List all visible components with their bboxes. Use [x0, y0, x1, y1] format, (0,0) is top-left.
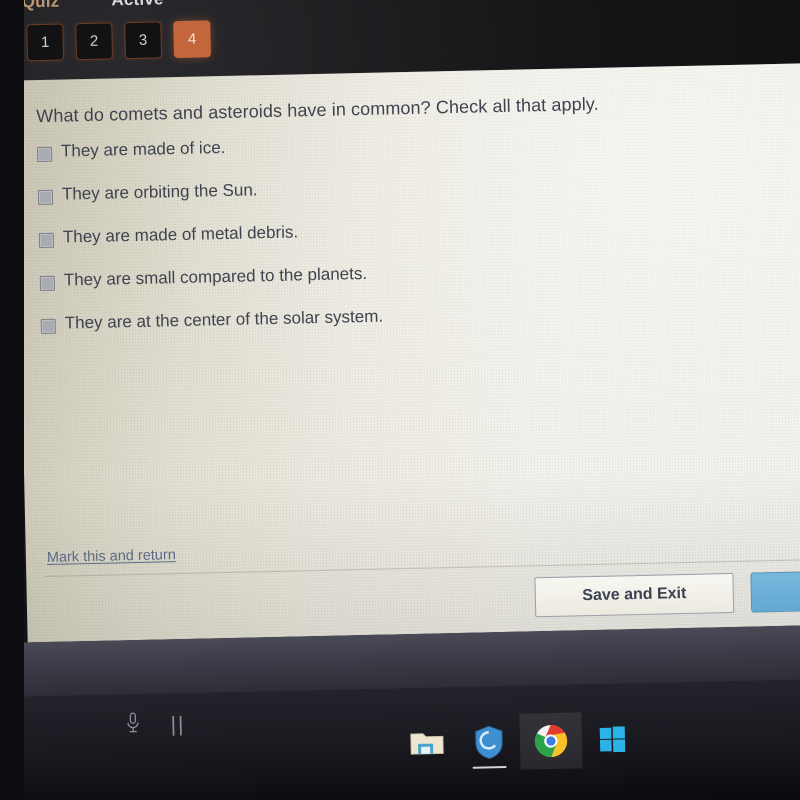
mark-this-and-return-link[interactable]: Mark this and return — [47, 547, 176, 566]
monitor-photo: Quiz Active 1 2 3 4 What do comets and a… — [0, 0, 800, 800]
taskbar-start-button[interactable] — [581, 711, 644, 768]
photo-left-edge — [0, 0, 24, 800]
checkbox-option-2[interactable] — [37, 189, 54, 206]
answer-options-list: They are made of ice. They are orbiting … — [36, 125, 800, 335]
quiz-page: What do comets and asteroids have in com… — [15, 62, 800, 643]
microphone-icon[interactable] — [125, 712, 141, 739]
checkbox-option-5[interactable] — [40, 318, 56, 335]
option-label: They are small compared to the planets. — [63, 263, 368, 290]
option-label: They are orbiting the Sun. — [61, 180, 258, 204]
option-row[interactable]: They are orbiting the Sun. — [37, 168, 800, 206]
question-number-nav: 1 2 3 4 — [26, 20, 211, 62]
option-label: They are made of ice. — [60, 137, 226, 161]
taskbar-chrome-button[interactable] — [519, 712, 583, 770]
question-prompt: What do comets and asteroids have in com… — [36, 93, 599, 127]
quiz-tabs: Quiz Active — [22, 0, 164, 12]
screenshot-root: Quiz Active 1 2 3 4 What do comets and a… — [0, 0, 800, 800]
windows-start-icon — [599, 726, 626, 753]
question-number-1[interactable]: 1 — [26, 23, 65, 62]
option-label: They are at the center of the solar syst… — [64, 306, 384, 333]
taskbar-left-group: || — [125, 711, 186, 739]
option-row[interactable]: They are at the center of the solar syst… — [40, 297, 800, 335]
taskbar-shield-app-button[interactable] — [457, 714, 520, 771]
tab-quiz[interactable]: Quiz — [22, 0, 60, 12]
question-number-2[interactable]: 2 — [75, 22, 114, 61]
taskbar: || — [0, 677, 800, 800]
checkbox-option-4[interactable] — [39, 275, 56, 292]
option-label: They are made of metal debris. — [62, 222, 299, 247]
option-row[interactable]: They are small compared to the planets. — [39, 254, 800, 292]
quiz-footer: Mark this and return Save and Exit — [26, 528, 800, 642]
checkbox-option-3[interactable] — [38, 232, 55, 249]
option-row[interactable]: They are made of ice. — [36, 125, 800, 163]
chrome-icon — [534, 725, 568, 758]
taskbar-file-explorer-button[interactable] — [395, 715, 458, 772]
taskbar-app-group — [395, 711, 644, 772]
option-row[interactable]: They are made of metal debris. — [38, 211, 800, 249]
checkbox-option-1[interactable] — [36, 146, 53, 163]
shield-icon — [475, 725, 503, 759]
file-explorer-icon — [410, 733, 444, 755]
question-number-4-active[interactable]: 4 — [173, 20, 211, 59]
tab-active[interactable]: Active — [111, 0, 164, 10]
next-button[interactable] — [750, 569, 800, 613]
save-and-exit-button[interactable]: Save and Exit — [534, 572, 735, 618]
taskbar-running-indicator — [472, 765, 507, 769]
pause-icon[interactable]: || — [170, 713, 185, 736]
question-number-3[interactable]: 3 — [124, 21, 163, 60]
